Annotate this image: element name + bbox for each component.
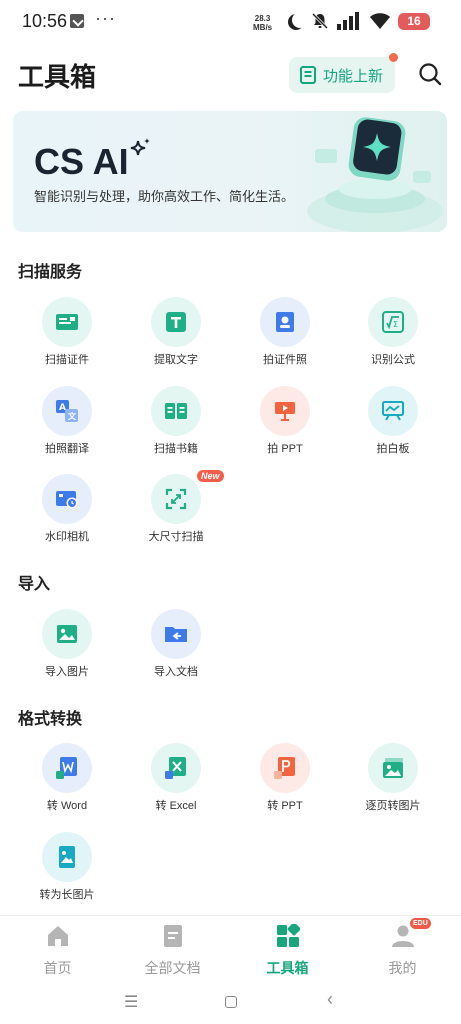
tool-label: 拍白板 bbox=[376, 443, 410, 455]
document-list-icon bbox=[300, 66, 316, 84]
pages-to-image-icon bbox=[368, 743, 418, 793]
tool-label: 提取文字 bbox=[154, 354, 198, 366]
ppt-icon bbox=[260, 743, 310, 793]
image-icon bbox=[42, 609, 92, 659]
translate-icon: A文 bbox=[42, 386, 92, 436]
tool-label: 识别公式 bbox=[371, 354, 415, 366]
nav-item-profile[interactable]: EDU 我的 bbox=[345, 916, 460, 986]
tool-watermark-camera[interactable]: 水印相机 bbox=[17, 474, 117, 554]
more-dots-icon: ··· bbox=[95, 8, 116, 28]
document-icon bbox=[164, 925, 182, 947]
svg-text:A: A bbox=[59, 403, 66, 413]
book-icon bbox=[151, 386, 201, 436]
whiteboard-icon bbox=[368, 386, 418, 436]
tool-label: 拍 PPT bbox=[267, 443, 303, 455]
tool-label: 导入图片 bbox=[45, 666, 89, 678]
nav-item-home[interactable]: 首页 bbox=[0, 916, 115, 986]
section-title-scan: 扫描服务 bbox=[18, 264, 83, 281]
network-speed-unit: MB/s bbox=[253, 23, 273, 32]
back-icon[interactable]: ‹ bbox=[327, 989, 333, 1010]
tool-long-image[interactable]: 转为长图片 bbox=[17, 832, 117, 912]
network-speed-value: 28.3 bbox=[254, 14, 271, 23]
system-nav-bar: ☰ ‹ bbox=[0, 985, 461, 1024]
id-card-icon bbox=[42, 297, 92, 347]
tool-scan-book[interactable]: 扫描书籍 bbox=[126, 386, 226, 466]
tool-whiteboard[interactable]: 拍白板 bbox=[343, 386, 443, 466]
tool-scan-id[interactable]: 扫描证件 bbox=[17, 297, 117, 377]
presentation-icon bbox=[260, 386, 310, 436]
notification-dot bbox=[389, 53, 398, 62]
tool-label: 拍照翻译 bbox=[45, 443, 89, 455]
tool-id-photo[interactable]: 拍证件照 bbox=[235, 297, 335, 377]
moon-icon bbox=[292, 12, 308, 28]
tool-label: 转 Word bbox=[46, 800, 88, 812]
status-time: 10:56 bbox=[22, 11, 68, 31]
tool-import-document[interactable]: 导入文档 bbox=[126, 609, 226, 689]
large-scan-icon bbox=[151, 474, 201, 524]
toolbox-grid-icon bbox=[277, 924, 300, 947]
bell-muted-icon bbox=[311, 12, 329, 30]
formula-icon: Σ bbox=[368, 297, 418, 347]
new-badge: New bbox=[197, 470, 224, 482]
tool-label: 转 PPT bbox=[267, 800, 303, 812]
page-title: 工具箱 bbox=[18, 62, 97, 92]
svg-text:文: 文 bbox=[68, 411, 77, 421]
tool-photo-translate[interactable]: A文 拍照翻译 bbox=[17, 386, 117, 466]
search-icon[interactable] bbox=[418, 62, 442, 86]
tool-photo-ppt[interactable]: 拍 PPT bbox=[235, 386, 335, 466]
tool-formula[interactable]: Σ 识别公式 bbox=[343, 297, 443, 377]
sparkle-icon bbox=[130, 138, 150, 156]
banner-title: CS AI bbox=[34, 141, 129, 182]
tool-label: 导入文档 bbox=[154, 666, 198, 678]
folder-import-icon bbox=[151, 609, 201, 659]
nav-label: 全部文档 bbox=[144, 960, 201, 976]
text-t-icon bbox=[151, 297, 201, 347]
network-speed: 28.3 MB/s bbox=[253, 14, 272, 32]
watermark-camera-icon bbox=[42, 474, 92, 524]
signal-icon bbox=[337, 12, 359, 30]
battery-indicator: 16 bbox=[398, 13, 430, 30]
nav-item-toolbox[interactable]: 工具箱 bbox=[230, 916, 345, 986]
ai-illustration bbox=[307, 117, 443, 232]
tool-label: 逐页转图片 bbox=[365, 800, 421, 812]
tool-import-image[interactable]: 导入图片 bbox=[17, 609, 117, 689]
whatsnew-label: 功能上新 bbox=[323, 67, 384, 85]
word-icon bbox=[42, 743, 92, 793]
status-bar: 10:56 ··· 28.3 MB/s 16 bbox=[0, 0, 461, 44]
long-image-icon bbox=[42, 832, 92, 882]
bottom-nav: 首页 全部文档 工具箱 EDU 我的 bbox=[0, 915, 461, 985]
tool-large-scan[interactable]: New 大尺寸扫描 bbox=[126, 470, 226, 554]
tool-to-ppt[interactable]: 转 PPT bbox=[235, 743, 335, 823]
menu-icon[interactable]: ☰ bbox=[124, 992, 138, 1012]
tool-to-excel[interactable]: 转 Excel bbox=[126, 743, 226, 823]
nav-label: 我的 bbox=[388, 960, 417, 976]
tool-label: 水印相机 bbox=[45, 531, 89, 543]
whatsnew-button[interactable]: 功能上新 bbox=[289, 57, 395, 93]
tool-label: 转为长图片 bbox=[39, 889, 95, 901]
tool-label: 转 Excel bbox=[155, 800, 197, 812]
tool-pages-to-image[interactable]: 逐页转图片 bbox=[343, 743, 443, 823]
tool-label: 扫描证件 bbox=[45, 354, 89, 366]
download-icon bbox=[70, 14, 84, 28]
tool-label: 扫描书籍 bbox=[154, 443, 198, 455]
tool-to-word[interactable]: 转 Word bbox=[17, 743, 117, 823]
section-title-convert: 格式转换 bbox=[18, 711, 83, 728]
home-icon bbox=[48, 926, 68, 946]
nav-label: 首页 bbox=[43, 960, 72, 976]
tool-label: 拍证件照 bbox=[263, 354, 307, 366]
nav-item-all-docs[interactable]: 全部文档 bbox=[115, 916, 230, 986]
section-title-import: 导入 bbox=[18, 576, 51, 593]
svg-text:Σ: Σ bbox=[393, 320, 398, 329]
nav-label: 工具箱 bbox=[266, 960, 309, 976]
cs-ai-banner[interactable]: CS AI 智能识别与处理，助你高效工作、简化生活。 bbox=[13, 111, 447, 232]
home-square-icon[interactable] bbox=[225, 996, 237, 1008]
excel-icon bbox=[151, 743, 201, 793]
portrait-icon bbox=[260, 297, 310, 347]
wifi-icon bbox=[370, 13, 390, 29]
tool-extract-text[interactable]: 提取文字 bbox=[126, 297, 226, 377]
banner-subtitle: 智能识别与处理，助你高效工作、简化生活。 bbox=[34, 189, 295, 204]
tool-label: 大尺寸扫描 bbox=[148, 531, 204, 543]
edu-badge: EDU bbox=[410, 918, 431, 929]
